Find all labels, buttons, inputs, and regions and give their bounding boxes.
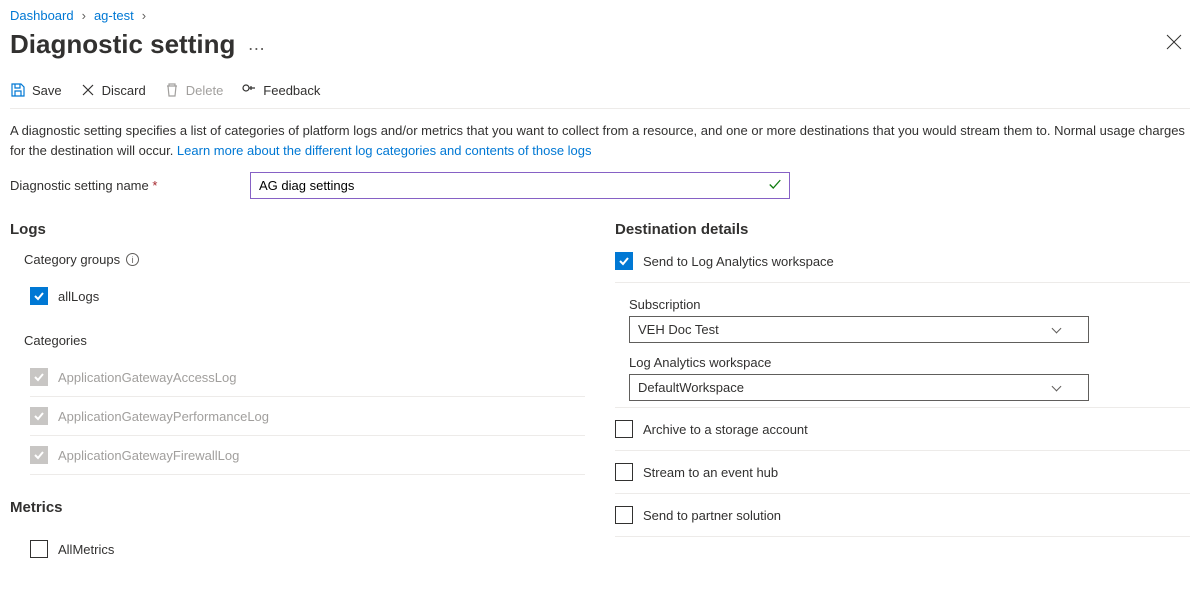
subscription-label: Subscription xyxy=(629,297,1190,312)
delete-button: Delete xyxy=(164,82,224,98)
breadcrumb: Dashboard › ag-test › xyxy=(10,8,1190,23)
discard-icon xyxy=(80,82,96,98)
description-text: A diagnostic setting specifies a list of… xyxy=(10,121,1190,160)
stream-eventhub-checkbox[interactable] xyxy=(615,463,633,481)
breadcrumb-ag-test[interactable]: ag-test xyxy=(94,8,134,23)
partner-solution-checkbox[interactable] xyxy=(615,506,633,524)
category-label-accesslog: ApplicationGatewayAccessLog xyxy=(58,370,237,385)
chevron-right-icon: › xyxy=(138,8,150,23)
setting-name-input[interactable] xyxy=(250,172,790,199)
setting-name-label: Diagnostic setting name * xyxy=(10,178,250,193)
categories-label: Categories xyxy=(10,333,585,348)
more-menu-button[interactable]: … xyxy=(247,34,267,55)
alllogs-label[interactable]: allLogs xyxy=(58,289,99,304)
category-label-firewalllog: ApplicationGatewayFirewallLog xyxy=(58,448,239,463)
feedback-button[interactable]: Feedback xyxy=(241,82,320,98)
discard-button[interactable]: Discard xyxy=(80,82,146,98)
valid-check-icon xyxy=(768,177,782,194)
learn-more-link[interactable]: Learn more about the different log categ… xyxy=(177,143,592,158)
workspace-select[interactable]: DefaultWorkspace xyxy=(629,374,1089,401)
category-checkbox-accesslog xyxy=(30,368,48,386)
chevron-right-icon: › xyxy=(78,8,90,23)
alllogs-checkbox[interactable] xyxy=(30,287,48,305)
allmetrics-label[interactable]: AllMetrics xyxy=(58,542,114,557)
breadcrumb-dashboard[interactable]: Dashboard xyxy=(10,8,74,23)
category-checkbox-firewalllog xyxy=(30,446,48,464)
close-icon xyxy=(1166,34,1182,50)
metrics-heading: Metrics xyxy=(10,499,585,516)
info-icon[interactable]: i xyxy=(126,253,139,266)
logs-heading: Logs xyxy=(10,221,585,238)
page-title: Diagnostic setting xyxy=(10,29,235,60)
destination-heading: Destination details xyxy=(615,221,1190,238)
category-groups-label: Category groups xyxy=(24,252,120,267)
close-button[interactable] xyxy=(1158,30,1190,59)
send-law-label[interactable]: Send to Log Analytics workspace xyxy=(643,254,834,269)
subscription-select[interactable]: VEH Doc Test xyxy=(629,316,1089,343)
category-checkbox-performancelog xyxy=(30,407,48,425)
chevron-down-icon xyxy=(1052,381,1062,391)
save-icon xyxy=(10,82,26,98)
archive-storage-label[interactable]: Archive to a storage account xyxy=(643,422,808,437)
chevron-down-icon xyxy=(1052,323,1062,333)
toolbar: Save Discard Delete Feedback xyxy=(10,82,1190,109)
workspace-label: Log Analytics workspace xyxy=(629,355,1190,370)
stream-eventhub-label[interactable]: Stream to an event hub xyxy=(643,465,778,480)
delete-icon xyxy=(164,82,180,98)
partner-solution-label[interactable]: Send to partner solution xyxy=(643,508,781,523)
save-button[interactable]: Save xyxy=(10,82,62,98)
feedback-icon xyxy=(241,82,257,98)
allmetrics-checkbox[interactable] xyxy=(30,540,48,558)
send-law-checkbox[interactable] xyxy=(615,252,633,270)
archive-storage-checkbox[interactable] xyxy=(615,420,633,438)
category-label-performancelog: ApplicationGatewayPerformanceLog xyxy=(58,409,269,424)
